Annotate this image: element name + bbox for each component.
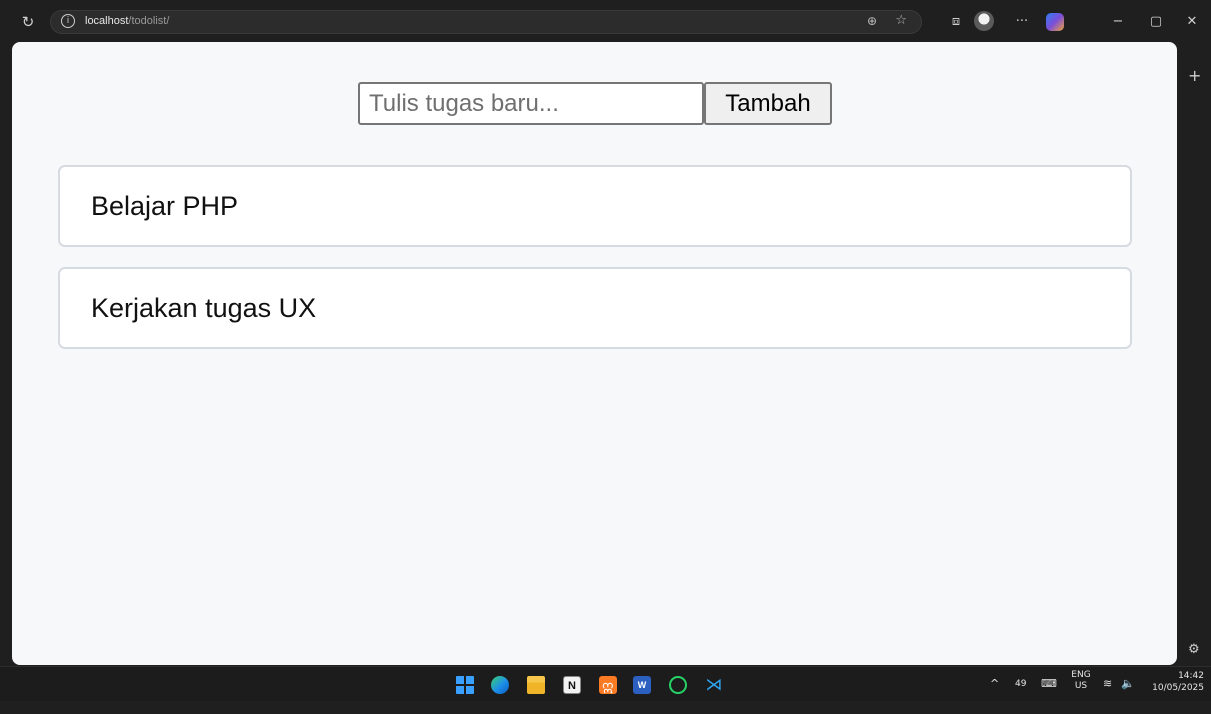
clock-time: 14:42 xyxy=(1178,671,1204,681)
address-bar[interactable]: i localhost/todolist/ ⊕ ☆ xyxy=(50,10,922,34)
file-explorer-icon[interactable] xyxy=(527,676,545,694)
browser-sidebar: + ⚙ xyxy=(1180,44,1211,666)
browser-toolbar: ↻ i localhost/todolist/ ⊕ ☆ ⧈ ··· − ▢ ✕ xyxy=(0,0,1211,44)
start-icon[interactable] xyxy=(456,676,474,694)
reload-icon[interactable]: ↻ xyxy=(20,14,36,30)
star-icon[interactable]: ☆ xyxy=(895,13,907,28)
notion-icon[interactable]: N xyxy=(563,676,581,694)
gear-icon[interactable]: ⚙ xyxy=(1188,642,1200,657)
keyboard-icon[interactable]: ⌨ xyxy=(1041,677,1057,712)
url-text[interactable]: localhost/todolist/ xyxy=(85,15,169,27)
notification-count[interactable]: 49 xyxy=(1015,679,1026,714)
minimize-icon[interactable]: − xyxy=(1108,12,1128,32)
xampp-icon[interactable]: ဣ xyxy=(599,676,617,694)
list-item[interactable]: Kerjakan tugas UX xyxy=(58,267,1132,349)
language-indicator[interactable]: ENG US xyxy=(1068,670,1094,705)
screen-icon[interactable]: ⧈ xyxy=(946,12,966,32)
language-code: ENG xyxy=(1071,670,1091,680)
word-icon[interactable]: W xyxy=(633,676,651,694)
url-path: /todolist/ xyxy=(128,15,170,27)
task-list: Belajar PHP Kerjakan tugas UX xyxy=(58,165,1132,369)
volume-icon[interactable]: 🔈 xyxy=(1121,677,1135,712)
chevron-up-icon[interactable]: ^ xyxy=(990,677,999,712)
info-icon[interactable]: i xyxy=(61,14,75,28)
close-icon[interactable]: ✕ xyxy=(1182,12,1202,32)
zoom-icon[interactable]: ⊕ xyxy=(867,14,877,28)
add-task-button[interactable]: Tambah xyxy=(704,82,832,125)
edge-icon[interactable] xyxy=(491,676,509,694)
vscode-icon[interactable]: ⋊ xyxy=(705,676,723,694)
clock[interactable]: 14:42 10/05/2025 xyxy=(1144,670,1204,705)
clock-date: 10/05/2025 xyxy=(1152,683,1204,693)
task-input[interactable] xyxy=(358,82,704,125)
wifi-icon[interactable]: ≋ xyxy=(1103,677,1112,712)
avatar-icon[interactable] xyxy=(974,11,994,31)
maximize-icon[interactable]: ▢ xyxy=(1146,12,1166,32)
whatsapp-icon[interactable] xyxy=(669,676,687,694)
copilot-icon[interactable] xyxy=(1046,13,1064,31)
page-viewport: Tambah Belajar PHP Kerjakan tugas UX xyxy=(12,42,1177,665)
url-host: localhost xyxy=(85,15,129,27)
taskbar: N ဣ W ⋊ ^ 49 ⌨ ENG US ≋ 🔈 14:42 10/05/20… xyxy=(0,666,1211,701)
plus-icon[interactable]: + xyxy=(1188,66,1201,85)
more-icon[interactable]: ··· xyxy=(1011,12,1033,32)
list-item[interactable]: Belajar PHP xyxy=(58,165,1132,247)
region-code: US xyxy=(1074,681,1088,691)
